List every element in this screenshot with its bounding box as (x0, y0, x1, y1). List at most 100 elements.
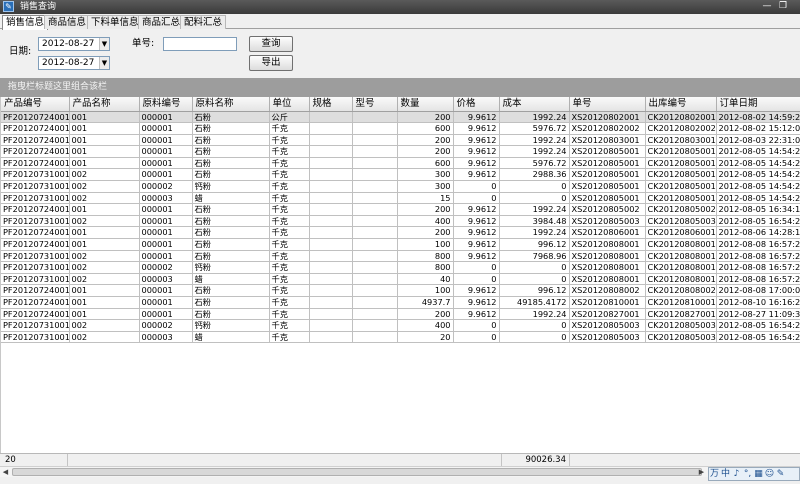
group-by-panel[interactable]: 拖曳栏标题这里组合该栏 (0, 78, 800, 97)
cell-outbound-number[interactable]: CK20120810001 (645, 296, 717, 309)
cell-order-number[interactable]: XS20120803001 (569, 134, 646, 147)
cell-cost[interactable]: 996.12 (499, 238, 570, 251)
cell-material-code[interactable]: 000001 (139, 168, 193, 182)
column-header-outbound-number[interactable]: 出库编号 (645, 97, 717, 112)
cell-unit[interactable]: 千克 (269, 250, 310, 263)
chevron-down-icon[interactable]: ▼ (99, 57, 109, 69)
cell-material-name[interactable]: 石粉 (192, 250, 270, 263)
cell-model[interactable] (352, 122, 398, 135)
column-header-spec[interactable]: 规格 (309, 97, 353, 112)
minimize-button[interactable]: — (760, 1, 774, 12)
cell-quantity[interactable]: 600 (397, 122, 454, 135)
cell-order-date[interactable]: 2012-08-05 16:54:23 (716, 331, 800, 344)
cell-order-date[interactable]: 2012-08-05 16:54:23 (716, 319, 800, 332)
cell-outbound-number[interactable]: CK20120805001 (645, 180, 717, 193)
cell-material-name[interactable]: 蜡 (192, 331, 270, 344)
cell-product-name[interactable]: 002 (69, 331, 140, 344)
cell-cost[interactable]: 0 (499, 192, 570, 205)
date-to-picker[interactable]: 2012-08-27 ▼ (38, 56, 110, 70)
cell-price[interactable]: 9.9612 (453, 122, 500, 135)
cell-model[interactable] (352, 238, 398, 251)
cell-order-number[interactable]: XS20120805003 (569, 215, 646, 228)
cell-unit[interactable]: 千克 (269, 215, 310, 228)
cell-outbound-number[interactable]: CK20120805003 (645, 331, 717, 344)
cell-order-number[interactable]: XS20120805002 (569, 203, 646, 216)
cell-cost[interactable]: 7968.96 (499, 250, 570, 263)
cell-cost[interactable]: 5976.72 (499, 122, 570, 135)
cell-order-number[interactable]: XS20120808001 (569, 273, 646, 286)
column-header-price[interactable]: 价格 (453, 97, 500, 112)
cell-order-number[interactable]: XS20120805001 (569, 192, 646, 205)
table-row[interactable]: PF20120731001 002 000002 钙粉 千克 800 0 0 XS2012080… (1, 261, 800, 274)
cell-quantity[interactable]: 200 (397, 226, 454, 240)
column-header-order-date[interactable]: 订单日期 (716, 97, 800, 112)
cell-material-code[interactable]: 000001 (139, 284, 193, 297)
cell-price[interactable]: 9.9612 (453, 145, 500, 158)
cell-unit[interactable]: 千克 (269, 319, 310, 332)
cell-price[interactable]: 0 (453, 261, 500, 274)
cell-unit[interactable]: 千克 (269, 145, 310, 158)
cell-material-code[interactable]: 000001 (139, 308, 193, 321)
cell-product-code[interactable]: PF20120731001 (1, 192, 70, 205)
cell-spec[interactable] (309, 296, 353, 309)
cell-material-code[interactable]: 000001 (139, 145, 193, 158)
cell-price[interactable]: 9.9612 (453, 238, 500, 251)
cell-material-code[interactable]: 000001 (139, 157, 193, 170)
cell-product-code[interactable]: PF20120731001 (1, 331, 70, 344)
order-number-input[interactable] (163, 37, 237, 51)
cell-model[interactable] (352, 145, 398, 158)
cell-product-code[interactable]: PF20120724001 (1, 284, 70, 297)
scroll-right-icon[interactable]: ▶ (696, 467, 707, 477)
cell-product-code[interactable]: PF20120724001 (1, 226, 70, 240)
cell-product-code[interactable]: PF20120724001 (1, 157, 70, 170)
cell-order-number[interactable]: XS20120805001 (569, 180, 646, 193)
cell-price[interactable]: 9.9612 (453, 168, 500, 182)
cell-model[interactable] (352, 308, 398, 321)
cell-quantity[interactable]: 400 (397, 215, 454, 228)
cell-outbound-number[interactable]: CK20120805003 (645, 319, 717, 332)
table-row[interactable]: PF20120724001 001 000001 石粉 千克 200 9.9612 1992.… (1, 226, 800, 240)
cell-product-code[interactable]: PF20120724001 (1, 145, 70, 158)
cell-unit[interactable]: 千克 (269, 296, 310, 309)
cell-order-date[interactable]: 2012-08-10 16:16:25 (716, 296, 800, 309)
cell-quantity[interactable]: 800 (397, 250, 454, 263)
cell-material-name[interactable]: 蜡 (192, 192, 270, 205)
cell-product-code[interactable]: PF20120724001 (1, 203, 70, 216)
chevron-down-icon[interactable]: ▼ (99, 38, 109, 50)
cell-material-code[interactable]: 000001 (139, 226, 193, 240)
cell-price[interactable]: 9.9612 (453, 203, 500, 216)
cell-spec[interactable] (309, 250, 353, 263)
horizontal-scrollbar[interactable]: ◀ ▶ (0, 466, 800, 477)
cell-material-name[interactable]: 石粉 (192, 238, 270, 251)
cell-price[interactable]: 0 (453, 319, 500, 332)
cell-material-code[interactable]: 000003 (139, 331, 193, 344)
cell-unit[interactable]: 千克 (269, 284, 310, 297)
cell-cost[interactable]: 1992.24 (499, 145, 570, 158)
cell-order-number[interactable]: XS20120806001 (569, 226, 646, 240)
cell-model[interactable] (352, 168, 398, 182)
cell-product-code[interactable]: PF20120724001 (1, 296, 70, 309)
cell-model[interactable] (352, 215, 398, 228)
cell-order-date[interactable]: 2012-08-05 14:54:28 (716, 145, 800, 158)
cell-order-date[interactable]: 2012-08-27 11:09:34 (716, 308, 800, 321)
cell-unit[interactable]: 千克 (269, 226, 310, 240)
cell-material-code[interactable]: 000001 (139, 134, 193, 147)
cell-cost[interactable]: 1992.24 (499, 111, 570, 124)
table-row[interactable]: PF20120724001 001 000001 石粉 千克 200 9.9612 1992.… (1, 308, 800, 321)
cell-product-name[interactable]: 001 (69, 296, 140, 309)
table-row[interactable]: PF20120724001 001 000001 石粉 千克 600 9.9612 5976.… (1, 157, 800, 170)
cell-product-code[interactable]: PF20120724001 (1, 134, 70, 147)
table-row[interactable]: PF20120724001 001 000001 石粉 千克 200 9.9612 1992.… (1, 203, 800, 216)
cell-product-name[interactable]: 001 (69, 145, 140, 158)
table-row[interactable]: PF20120731001 002 000001 石粉 千克 800 9.9612 7968.… (1, 250, 800, 263)
cell-material-name[interactable]: 石粉 (192, 168, 270, 182)
cell-unit[interactable]: 千克 (269, 203, 310, 216)
cell-order-date[interactable]: 2012-08-02 15:12:00 (716, 122, 800, 135)
export-button[interactable]: 导出 (249, 55, 293, 71)
table-row[interactable]: PF20120731001 002 000001 石粉 千克 400 9.9612 3984.… (1, 215, 800, 228)
cell-material-name[interactable]: 钙粉 (192, 261, 270, 274)
cell-unit[interactable]: 千克 (269, 134, 310, 147)
cell-outbound-number[interactable]: CK20120805001 (645, 192, 717, 205)
cell-quantity[interactable]: 200 (397, 134, 454, 147)
cell-price[interactable]: 9.9612 (453, 308, 500, 321)
